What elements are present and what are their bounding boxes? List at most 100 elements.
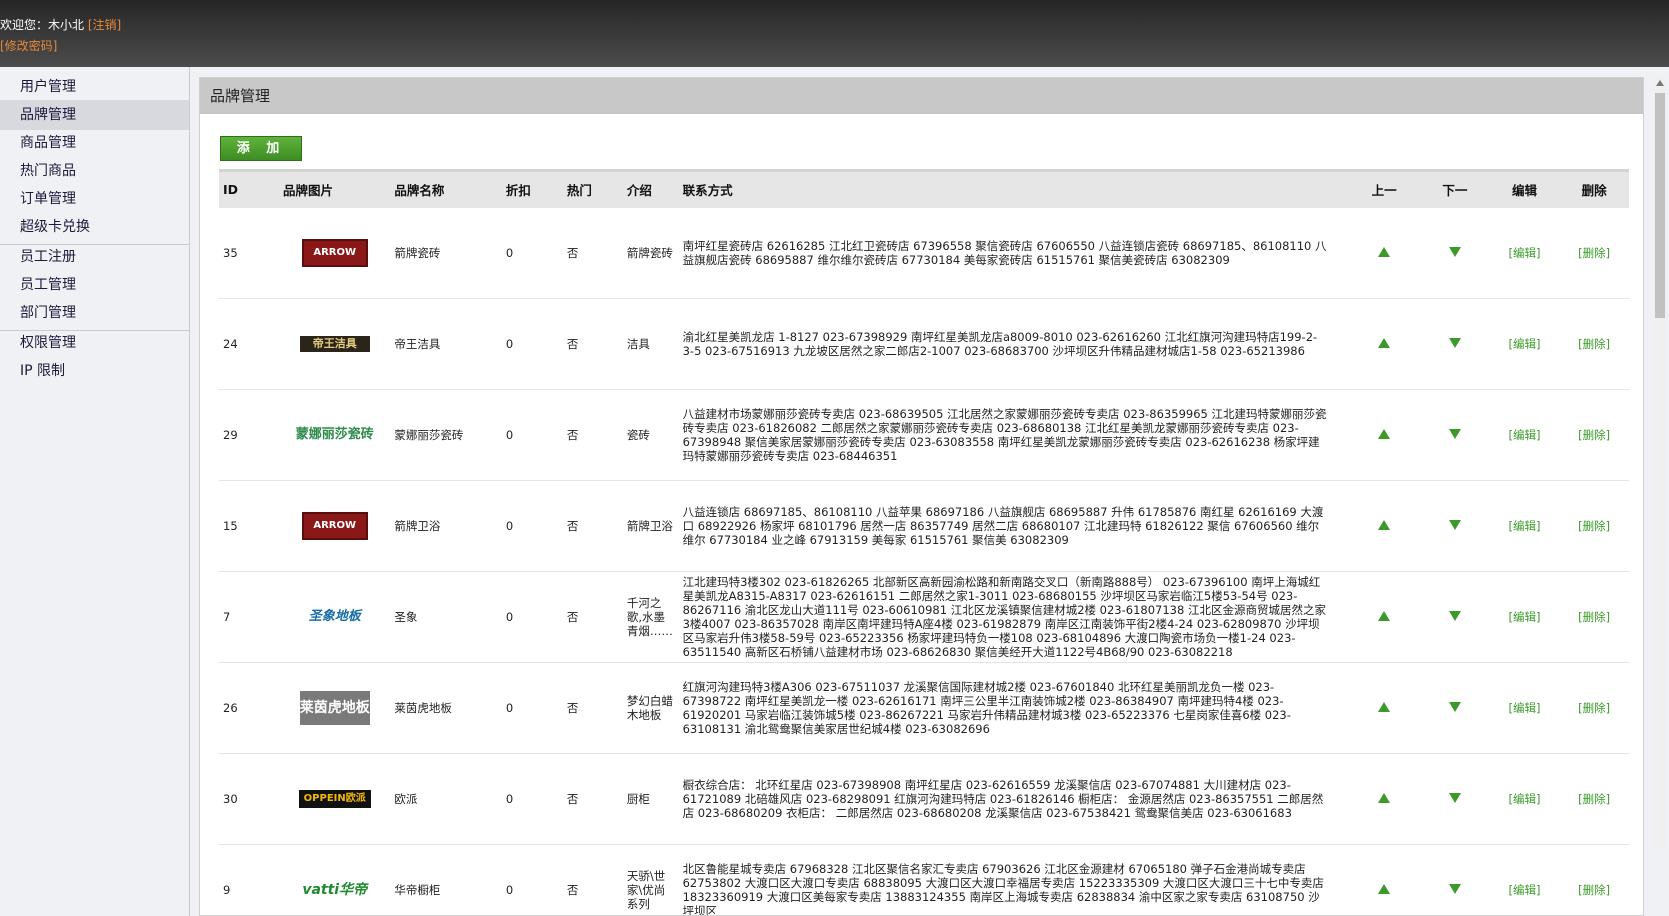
cell-name: 莱茵虎地板 xyxy=(394,701,452,715)
cell-delete: [删除] xyxy=(1559,845,1629,916)
vertical-scrollbar[interactable] xyxy=(1653,77,1667,849)
edit-link[interactable]: [编辑] xyxy=(1509,428,1541,442)
cell-name: 箭牌卫浴 xyxy=(394,519,441,533)
delete-link[interactable]: [删除] xyxy=(1578,610,1610,624)
sidebar-item-staff-register[interactable]: 员工注册 xyxy=(0,242,189,272)
move-down-icon[interactable] xyxy=(1448,793,1461,803)
cell-edit: [编辑] xyxy=(1490,754,1560,845)
move-up-icon[interactable] xyxy=(1378,246,1391,257)
sidebar-item-users[interactable]: 用户管理 xyxy=(0,72,189,102)
cell-edit: [编辑] xyxy=(1490,572,1560,663)
edit-link[interactable]: [编辑] xyxy=(1509,246,1541,260)
cell-down xyxy=(1420,845,1490,916)
cell-discount: 0 xyxy=(505,610,514,624)
cell-contact: 橱衣综合店： 北环红星店 023-67398908 南坪红星店 023-6261… xyxy=(679,754,1349,845)
cell-down xyxy=(1420,208,1490,299)
move-up-icon[interactable] xyxy=(1378,429,1391,439)
add-button[interactable]: 添 加 xyxy=(220,136,302,161)
delete-link[interactable]: [删除] xyxy=(1578,428,1610,442)
delete-link[interactable]: [删除] xyxy=(1578,246,1610,260)
cell-name: 箭牌瓷砖 xyxy=(394,245,441,260)
cell-down xyxy=(1420,663,1490,754)
cell-down xyxy=(1420,572,1490,663)
delete-link[interactable]: [删除] xyxy=(1578,701,1610,715)
delete-link[interactable]: [删除] xyxy=(1578,519,1610,533)
intro-text: 千河之歌,水墨青烟…… xyxy=(626,596,673,638)
move-down-icon[interactable] xyxy=(1448,520,1461,530)
move-up-icon[interactable] xyxy=(1378,520,1391,530)
sidebar-item-permissions[interactable]: 权限管理 xyxy=(0,328,189,358)
cell-id: 15 xyxy=(223,519,238,533)
edit-link[interactable]: [编辑] xyxy=(1509,701,1541,715)
brand-logo: 莱茵虎地板 xyxy=(299,691,370,725)
edit-link[interactable]: [编辑] xyxy=(1509,519,1541,533)
cell-name: 华帝橱柜 xyxy=(394,883,441,897)
contact-text: 橱衣综合店： 北环红星店 023-67398908 南坪红星店 023-6261… xyxy=(682,778,1324,820)
sidebar-item-staff-manage[interactable]: 员工管理 xyxy=(0,270,189,300)
header-image: 品牌图片 xyxy=(279,169,391,208)
cell-edit: [编辑] xyxy=(1490,299,1560,390)
cell-image: 蒙娜丽莎瓷砖 xyxy=(279,390,390,481)
cell-contact: 江北建玛特3楼302 023-61826265 北部新区高新园渝松路和新南路交叉… xyxy=(679,572,1349,663)
cell-hot: 否 xyxy=(566,428,579,442)
cell-up xyxy=(1348,845,1420,916)
cell-delete: [删除] xyxy=(1559,754,1629,845)
move-down-icon[interactable] xyxy=(1448,611,1461,621)
delete-link[interactable]: [删除] xyxy=(1578,792,1610,806)
edit-link[interactable]: [编辑] xyxy=(1509,610,1541,624)
logout-link[interactable]: [注销] xyxy=(88,18,121,32)
cell-edit: [编辑] xyxy=(1490,481,1560,572)
sidebar-item-brands[interactable]: 品牌管理 xyxy=(0,100,189,130)
cell-id: 9 xyxy=(223,883,231,897)
intro-text: 天骄\世家\优尚系列 xyxy=(626,869,666,911)
move-up-icon[interactable] xyxy=(1378,702,1391,712)
move-down-icon[interactable] xyxy=(1448,702,1461,712)
brand-table: ID 品牌图片 品牌名称 折扣 热门 介绍 联系方式 上一 下一 编辑 删除 3… xyxy=(219,169,1629,916)
sidebar-item-ip-limit[interactable]: IP 限制 xyxy=(0,356,189,386)
move-down-icon[interactable] xyxy=(1448,338,1461,348)
sidebar-item-products[interactable]: 商品管理 xyxy=(0,128,189,158)
cell-up xyxy=(1348,299,1420,390)
move-down-icon[interactable] xyxy=(1448,429,1461,439)
brand-logo: ARROW xyxy=(301,238,368,267)
cell-edit: [编辑] xyxy=(1490,845,1560,916)
cell-image: OPPEIN欧派 xyxy=(279,754,390,845)
edit-link[interactable]: [编辑] xyxy=(1509,883,1541,897)
change-password-link[interactable]: [修改密码] xyxy=(0,37,57,54)
scroll-up-arrow-icon[interactable] xyxy=(1656,80,1664,86)
cell-intro: 天骄\世家\优尚系列 xyxy=(623,845,679,916)
delete-link[interactable]: [删除] xyxy=(1578,337,1610,351)
sidebar-item-departments[interactable]: 部门管理 xyxy=(0,298,189,328)
cell-image: 帝王洁具 xyxy=(279,299,390,390)
move-down-icon[interactable] xyxy=(1448,246,1461,257)
cell-down xyxy=(1420,754,1490,845)
cell-up xyxy=(1348,663,1420,754)
move-up-icon[interactable] xyxy=(1378,338,1391,348)
edit-link[interactable]: [编辑] xyxy=(1509,337,1541,351)
header-up: 上一 xyxy=(1348,169,1421,208)
cell-up xyxy=(1348,208,1420,299)
move-up-icon[interactable] xyxy=(1378,884,1391,894)
move-up-icon[interactable] xyxy=(1378,611,1391,621)
cell-image: 莱茵虎地板 xyxy=(279,663,390,754)
cell-id: 24 xyxy=(223,337,238,351)
intro-text: 瓷砖 xyxy=(626,428,650,442)
move-down-icon[interactable] xyxy=(1448,884,1461,894)
cell-name: 圣象 xyxy=(394,610,418,624)
delete-link[interactable]: [删除] xyxy=(1578,883,1610,897)
move-up-icon[interactable] xyxy=(1378,793,1391,803)
edit-link[interactable]: [编辑] xyxy=(1509,792,1541,806)
cell-discount: 0 xyxy=(505,428,514,442)
intro-text: 箭牌瓷砖 xyxy=(626,245,673,260)
sidebar-item-hot-products[interactable]: 热门商品 xyxy=(0,156,189,186)
cell-discount: 0 xyxy=(505,337,514,351)
username: 木小北 xyxy=(48,18,85,32)
scrollbar-thumb[interactable] xyxy=(1655,93,1665,318)
cell-intro: 箭牌瓷砖 xyxy=(623,208,679,299)
sidebar-item-orders[interactable]: 订单管理 xyxy=(0,184,189,214)
header-name: 品牌名称 xyxy=(390,169,502,208)
sidebar-item-supercard[interactable]: 超级卡兑换 xyxy=(0,212,189,242)
cell-intro: 梦幻白蜡木地板 xyxy=(623,663,679,754)
contact-text: 红旗河沟建玛特3楼A306 023-67511037 龙溪聚信国际建材城2楼 0… xyxy=(682,680,1291,736)
brand-logo: ARROW xyxy=(301,512,368,540)
